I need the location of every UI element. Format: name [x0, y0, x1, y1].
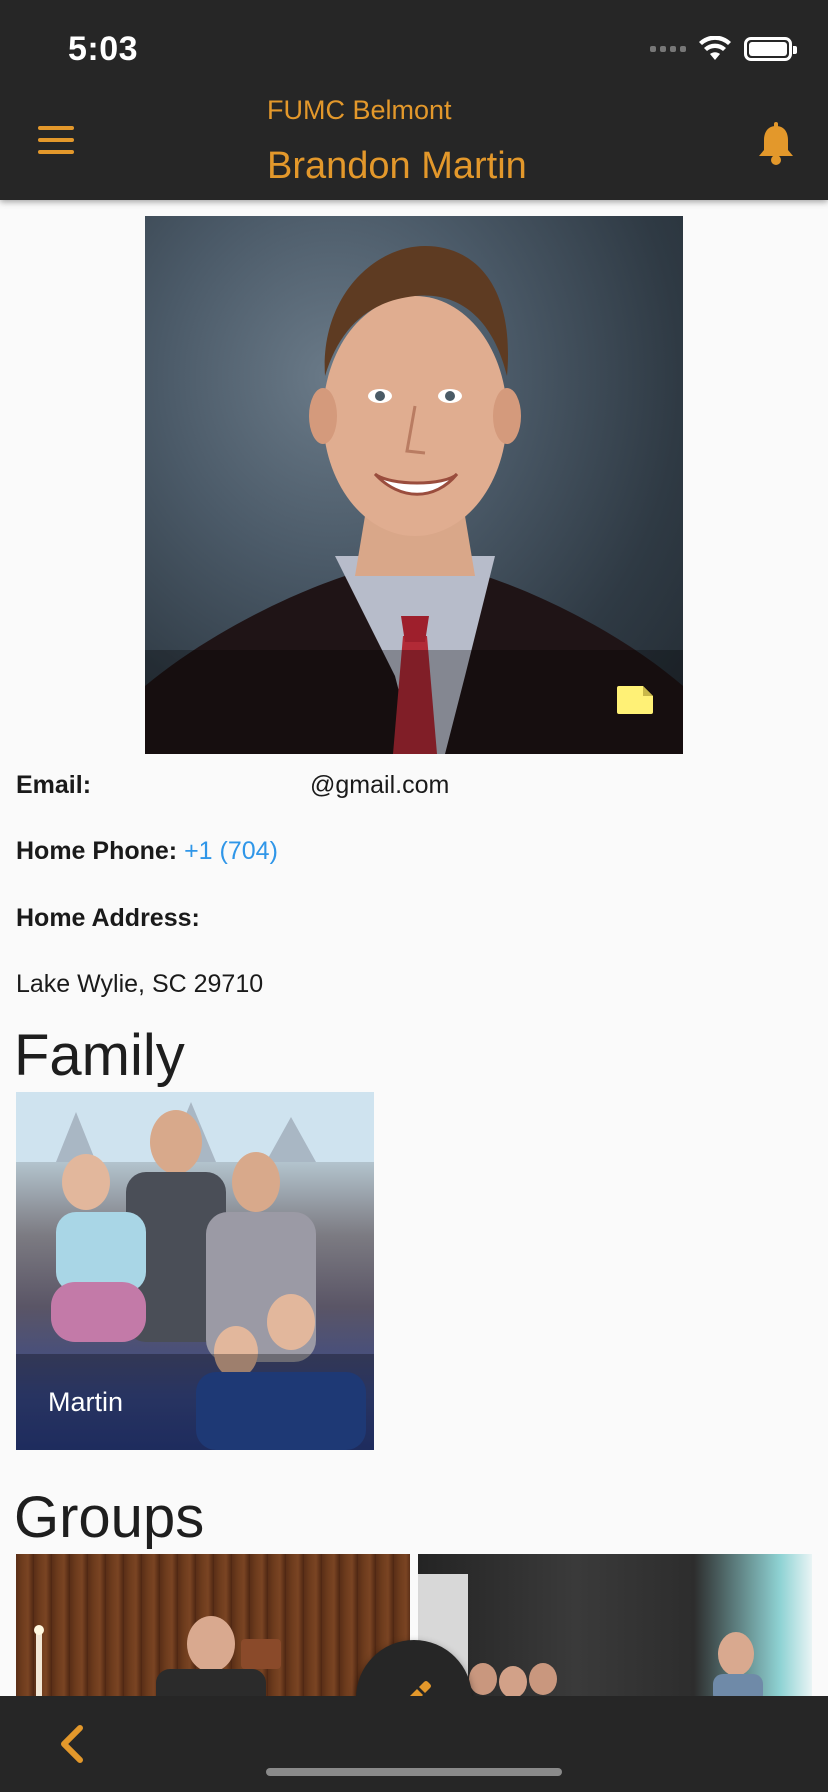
hamburger-menu-icon[interactable] [38, 126, 74, 154]
family-card[interactable]: Martin [16, 1092, 374, 1450]
profile-photo[interactable] [145, 216, 683, 754]
app-bar: 5:03 FUMC Belmont Brandon Martin [0, 0, 828, 200]
status-icons [650, 36, 797, 62]
family-section-title: Family [14, 1023, 185, 1088]
note-icon[interactable] [615, 684, 655, 716]
group-card[interactable] [16, 1554, 410, 1697]
phone-label: Home Phone: [16, 837, 178, 865]
battery-icon [744, 37, 797, 61]
status-time: 5:03 [68, 30, 139, 68]
email-label: Email: [16, 771, 92, 799]
groups-section-title: Groups [14, 1485, 205, 1550]
page-title: Brandon Martin [267, 145, 527, 187]
group-photo [34, 1616, 281, 1697]
address-label: Home Address: [16, 904, 200, 932]
bottom-bar [0, 1696, 828, 1792]
email-row: Email: @gmail.com [16, 771, 449, 800]
bell-icon[interactable] [756, 122, 796, 166]
church-name: FUMC Belmont [267, 95, 452, 125]
photo-overlay [145, 650, 683, 754]
chevron-left-icon[interactable] [54, 1724, 90, 1764]
wifi-icon [699, 36, 731, 60]
family-card-caption: Martin [48, 1387, 124, 1417]
group-card[interactable] [418, 1554, 812, 1697]
address-value[interactable]: Lake Wylie, SC 29710 [16, 970, 263, 999]
phone-row: Home Phone: +1 (704) [16, 837, 278, 866]
group-photo [418, 1574, 763, 1697]
email-value[interactable]: @gmail.com [310, 771, 449, 800]
phone-link[interactable]: +1 (704) [184, 837, 278, 865]
signal-icon [650, 46, 686, 52]
home-indicator[interactable] [266, 1768, 562, 1776]
